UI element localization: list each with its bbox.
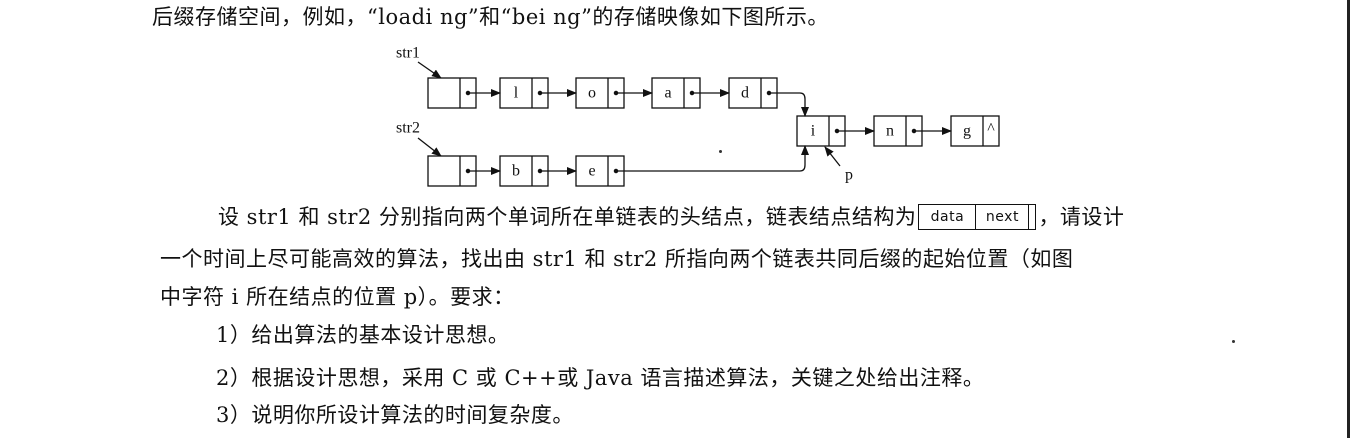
- requirement-2: 2）根据设计思想，采用 C 或 C++或 Java 语言描述算法，关键之处给出注…: [216, 366, 985, 390]
- node-field-data: data: [919, 204, 977, 229]
- list2-join-arrow: [616, 145, 809, 172]
- list1-node-1-value: l: [514, 85, 519, 102]
- p-pointer: [824, 146, 841, 167]
- p1-after: ，请设计: [1038, 205, 1125, 229]
- node-field-next: next: [985, 208, 1019, 225]
- speck: [719, 150, 722, 153]
- paragraph-line-1: 设 str1 和 str2 分别指向两个单词所在单链表的头结点，链表结点结构为 d…: [218, 202, 1124, 232]
- list1-node-3-value: a: [664, 85, 671, 102]
- list1-node-4-value: d: [741, 85, 749, 102]
- node-structure-box: data next: [918, 203, 1037, 230]
- null-pointer-mark: ^: [987, 121, 995, 138]
- shared-node-1-value: n: [886, 123, 894, 140]
- p-label: p: [845, 167, 853, 184]
- list1-join-arrow: [769, 92, 809, 117]
- requirement-1: 1）给出算法的基本设计思想。: [216, 323, 510, 347]
- list1-node-2-value: o: [588, 85, 596, 102]
- str2-pointer: [417, 137, 442, 157]
- list2-node-1-value: b: [512, 163, 520, 180]
- shared-node-0-value: i: [811, 123, 816, 140]
- list2-node-2-value: e: [588, 163, 595, 180]
- requirement-3: 3）说明你所设计算法的时间复杂度。: [216, 403, 574, 427]
- str1-pointer: [417, 61, 442, 79]
- speck: [1232, 340, 1235, 343]
- shared-node-2-value: g: [963, 123, 971, 140]
- str2-label: str2: [396, 120, 420, 137]
- paragraph-line-3: 中字符 i 所在结点的位置 p）。要求：: [160, 285, 515, 309]
- p1-before: 设 str1 和 str2 分别指向两个单词所在单链表的头结点，链表结点结构为: [218, 205, 917, 229]
- paragraph-line-2: 一个时间上尽可能高效的算法，找出由 str1 和 str2 所指向两个链表共同后…: [160, 247, 1074, 271]
- str1-label: str1: [396, 45, 420, 62]
